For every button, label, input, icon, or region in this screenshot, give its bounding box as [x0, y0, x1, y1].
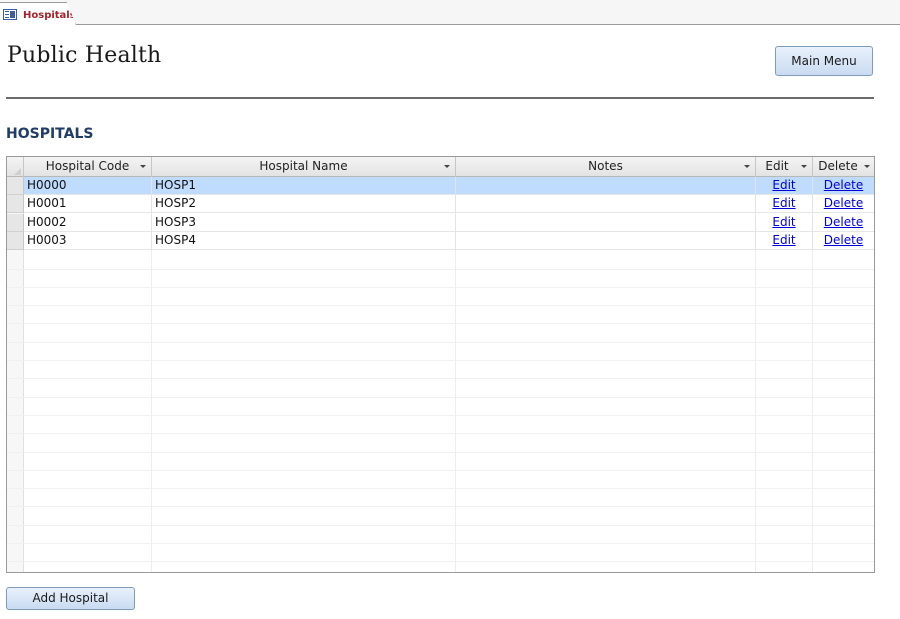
row-gridline [7, 561, 874, 562]
column-header-hospital-code[interactable]: Hospital Code [24, 157, 152, 177]
row-gridline [7, 287, 874, 288]
column-header-notes[interactable]: Notes [456, 157, 756, 177]
record-selector[interactable] [7, 177, 24, 195]
row-gridline [7, 360, 874, 361]
sort-dropdown-icon[interactable] [744, 165, 750, 168]
edit-link[interactable]: Edit [772, 215, 795, 229]
document-tab-strip: Hospitals [0, 0, 900, 25]
row-gridline [7, 269, 874, 270]
header-divider [6, 97, 874, 99]
column-header-delete[interactable]: Delete [813, 157, 874, 177]
sort-dropdown-icon[interactable] [864, 165, 870, 168]
cell-code[interactable]: H0003 [24, 231, 152, 250]
cell-notes[interactable] [456, 195, 756, 214]
cell-notes[interactable] [456, 213, 756, 232]
column-header-label: Hospital Code [45, 159, 130, 173]
column-header-hospital-name[interactable]: Hospital Name [152, 157, 456, 177]
page-title: HOSPITALS [6, 126, 94, 142]
delete-link-cell: Delete [813, 195, 874, 213]
table-row[interactable]: H0002 HOSP3 Edit Delete [7, 213, 874, 232]
cell-code[interactable]: H0001 [24, 195, 152, 214]
row-gridline [7, 488, 874, 489]
row-gridline [7, 525, 874, 526]
column-header-label: Notes [588, 159, 623, 173]
column-header-label: Delete [818, 159, 858, 173]
row-gridline [7, 342, 874, 343]
delete-link-cell: Delete [813, 232, 874, 250]
record-selector[interactable] [7, 231, 24, 250]
cell-code[interactable]: H0002 [24, 213, 152, 232]
hospitals-datasheet[interactable]: Hospital Code Hospital Name Notes Edit D… [6, 156, 875, 573]
row-gridline [7, 470, 874, 471]
edit-link-cell: Edit [756, 177, 813, 195]
edit-link-cell: Edit [756, 213, 813, 232]
row-gridline [7, 506, 874, 507]
column-header-label: Hospital Name [259, 159, 348, 173]
form-icon [3, 9, 17, 20]
delete-link[interactable]: Delete [824, 196, 863, 210]
sort-dropdown-icon[interactable] [444, 165, 450, 168]
cell-name[interactable]: HOSP4 [152, 231, 456, 250]
cell-name[interactable]: HOSP3 [152, 213, 456, 232]
edit-link-cell: Edit [756, 195, 813, 214]
row-gridline [7, 378, 874, 379]
row-gridline [7, 433, 874, 434]
sort-dropdown-icon[interactable] [801, 165, 807, 168]
table-row[interactable]: H0001 HOSP2 Edit Delete [7, 195, 874, 214]
edit-link-cell: Edit [756, 231, 813, 250]
record-selector[interactable] [7, 195, 24, 214]
tab-hospitals-label: Hospitals [23, 10, 76, 21]
cell-name[interactable]: HOSP2 [152, 195, 456, 214]
tab-hospitals[interactable]: Hospitals [0, 2, 76, 25]
main-menu-button[interactable]: Main Menu [775, 46, 873, 76]
delete-link[interactable]: Delete [824, 178, 863, 192]
delete-link[interactable]: Delete [824, 215, 863, 229]
datasheet-header: Hospital Code Hospital Name Notes Edit D… [7, 157, 874, 177]
delete-link[interactable]: Delete [824, 233, 863, 247]
sort-dropdown-icon[interactable] [140, 165, 146, 168]
column-header-label: Edit [765, 159, 789, 173]
edit-link[interactable]: Edit [772, 178, 795, 192]
row-gridline [7, 397, 874, 398]
cell-notes[interactable] [456, 177, 756, 195]
record-selector[interactable] [7, 213, 24, 232]
delete-link-cell: Delete [813, 214, 874, 232]
row-gridline [7, 415, 874, 416]
edit-link[interactable]: Edit [772, 196, 795, 210]
table-row[interactable]: H0003 HOSP4 Edit Delete [7, 231, 874, 250]
table-row[interactable]: H0000 HOSP1 Edit Delete [7, 177, 874, 195]
column-header-edit[interactable]: Edit [756, 157, 813, 177]
cell-name[interactable]: HOSP1 [152, 177, 456, 195]
select-all-corner[interactable] [7, 157, 24, 177]
row-gridline [7, 305, 874, 306]
delete-link-cell: Delete [813, 177, 874, 195]
row-gridline [7, 543, 874, 544]
cell-code[interactable]: H0000 [24, 177, 152, 195]
add-hospital-button[interactable]: Add Hospital [6, 587, 135, 610]
cell-notes[interactable] [456, 231, 756, 250]
row-gridline [7, 452, 874, 453]
row-gridline [7, 323, 874, 324]
app-title: Public Health [7, 43, 162, 68]
edit-link[interactable]: Edit [772, 233, 795, 247]
